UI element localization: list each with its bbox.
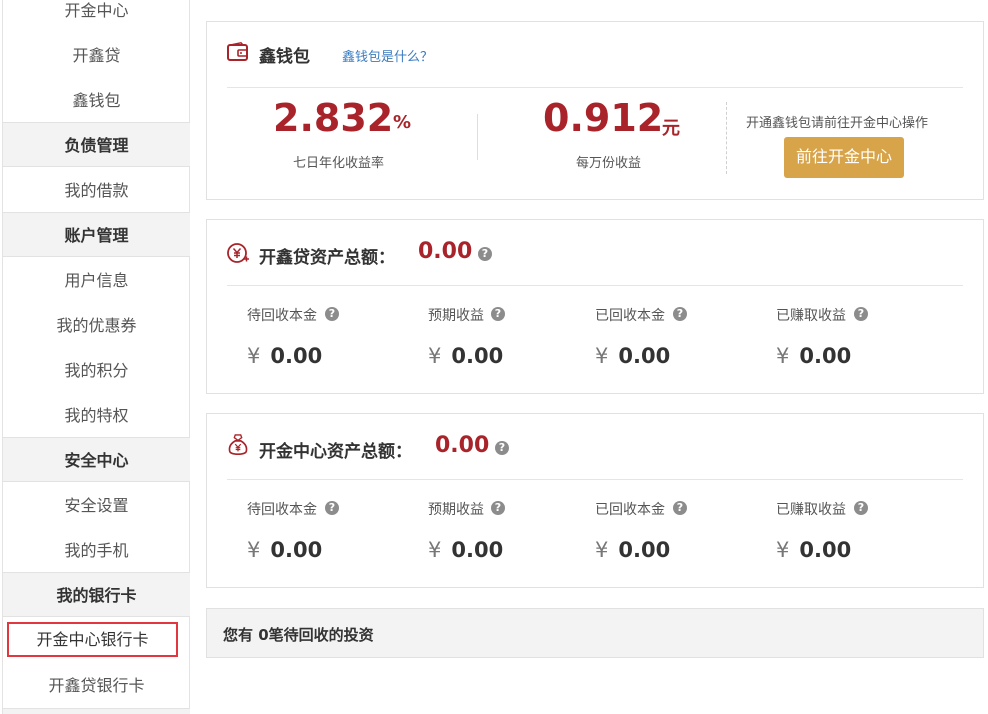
kaijin-pending-principal-value: ¥0.00 [247,538,323,562]
seven-day-rate-value: 2.832 [273,96,394,140]
money-bag-icon [228,434,248,455]
sidebar: 开金中心 开鑫贷 鑫钱包 负债管理 我的借款 账户管理 用户信息 我的优惠券 我… [2,0,190,714]
kaixindai-divider [227,285,963,286]
kaijin-total-value: 0.00 [435,433,490,458]
yen-symbol: ¥ [428,344,442,368]
yen-symbol: ¥ [595,344,609,368]
kaixindai-earned-income-value: ¥0.00 [776,344,852,368]
wallet-icon [227,42,248,61]
kaijin-recovered-principal-label: 已回收本金 [595,502,665,518]
kaijin-divider [227,479,963,480]
sidebar-item-points[interactable]: 我的积分 [3,348,190,393]
sidebar-item-coupons[interactable]: 我的优惠券 [3,303,190,348]
kaixindai-expected-income-value: ¥0.00 [428,344,504,368]
sidebar-heading-security: 安全中心 [3,437,190,482]
sidebar-item-my-phone[interactable]: 我的手机 [3,528,190,573]
sidebar-item-kaijin-bank-card[interactable]: 开金中心银行卡 [7,622,178,657]
help-icon[interactable]: ? [325,307,339,321]
per-10k-income-value: 0.912 [543,96,664,140]
kaijin-assets-panel: 开金中心资产总额： 0.00 ? 待回收本金 ? ¥0.00 预期收益 ? ¥0… [206,413,984,588]
sidebar-item-privileges[interactable]: 我的特权 [3,393,190,438]
help-icon[interactable]: ? [673,501,687,515]
kaixindai-assets-panel: 开鑫贷资产总额： 0.00 ? 待回收本金 ? ¥0.00 预期收益 ? ¥0.… [206,219,984,394]
kaixindai-pending-principal-label: 待回收本金 [247,308,317,324]
help-icon[interactable]: ? [491,307,505,321]
kaixindai-earned-income-label: 已赚取收益 [776,308,846,324]
sidebar-item-kaixindai-bank-card[interactable]: 开鑫贷银行卡 [3,663,190,708]
kaijin-expected-income-value: ¥0.00 [428,538,504,562]
yen-symbol: ¥ [776,344,790,368]
kaijin-earned-income-value: ¥0.00 [776,538,852,562]
kaijin-expected-income-label: 预期收益 [428,502,484,518]
wallet-panel: 鑫钱包 鑫钱包是什么？ 2.832 % 七日年化收益率 0.912 元 每万份收… [206,21,984,200]
kaixindai-total-title: 开鑫贷资产总额： [259,248,395,268]
pending-investments-text: 您有 0笔待回收的投资 [223,626,374,644]
yen-symbol: ¥ [776,538,790,562]
yen-symbol: ¥ [247,344,261,368]
kaijin-pending-principal-label: 待回收本金 [247,502,317,518]
kaixindai-pending-principal-value: ¥0.00 [247,344,323,368]
sidebar-heading-debt: 负债管理 [3,122,190,167]
pending-investments-bar: 您有 0笔待回收的投资 [206,608,984,658]
kaijin-recovered-principal-value: ¥0.00 [595,538,671,562]
help-icon[interactable]: ? [673,307,687,321]
sidebar-item-xin-wallet[interactable]: 鑫钱包 [3,78,190,123]
seven-day-rate-unit: % [393,112,412,133]
wallet-title: 鑫钱包 [259,47,310,67]
sidebar-heading-bank-cards: 我的银行卡 [3,572,190,617]
wallet-divider [227,87,963,88]
seven-day-rate-label: 七日年化收益率 [293,156,385,171]
goto-kaijin-center-button[interactable]: 前往开金中心 [784,137,904,178]
help-icon[interactable]: ? [325,501,339,515]
yen-symbol: ¥ [595,538,609,562]
wallet-separator [477,114,478,160]
help-icon[interactable]: ? [478,247,492,261]
help-icon[interactable]: ? [854,307,868,321]
sidebar-heading-account: 账户管理 [3,212,190,257]
per-10k-income-label: 每万份收益 [576,156,642,171]
wallet-dashed-separator [726,102,727,174]
yen-coin-icon [227,243,249,263]
sidebar-item-user-info[interactable]: 用户信息 [3,258,190,303]
kaijin-total-title: 开金中心资产总额： [259,442,412,462]
kaijin-earned-income-label: 已赚取收益 [776,502,846,518]
wallet-help-link[interactable]: 鑫钱包是什么？ [342,46,433,65]
kaixindai-recovered-principal-value: ¥0.00 [595,344,671,368]
yen-symbol: ¥ [428,538,442,562]
kaixindai-expected-income-label: 预期收益 [428,308,484,324]
goto-hint-text: 开通鑫钱包请前往开金中心操作 [746,116,929,131]
sidebar-item-kaixindai[interactable]: 开鑫贷 [3,33,190,78]
page: 开金中心 开鑫贷 鑫钱包 负债管理 我的借款 账户管理 用户信息 我的优惠券 我… [0,0,988,714]
help-icon[interactable]: ? [491,501,505,515]
kaixindai-total-value: 0.00 [418,239,473,264]
help-icon[interactable]: ? [854,501,868,515]
sidebar-item-my-loans[interactable]: 我的借款 [3,168,190,213]
sidebar-item-kaijin-center[interactable]: 开金中心 [3,0,190,33]
sidebar-heading-next [3,708,190,714]
sidebar-item-security-settings[interactable]: 安全设置 [3,483,190,528]
yen-symbol: ¥ [247,538,261,562]
help-icon[interactable]: ? [495,441,509,455]
per-10k-income-unit: 元 [662,118,680,139]
kaixindai-recovered-principal-label: 已回收本金 [595,308,665,324]
